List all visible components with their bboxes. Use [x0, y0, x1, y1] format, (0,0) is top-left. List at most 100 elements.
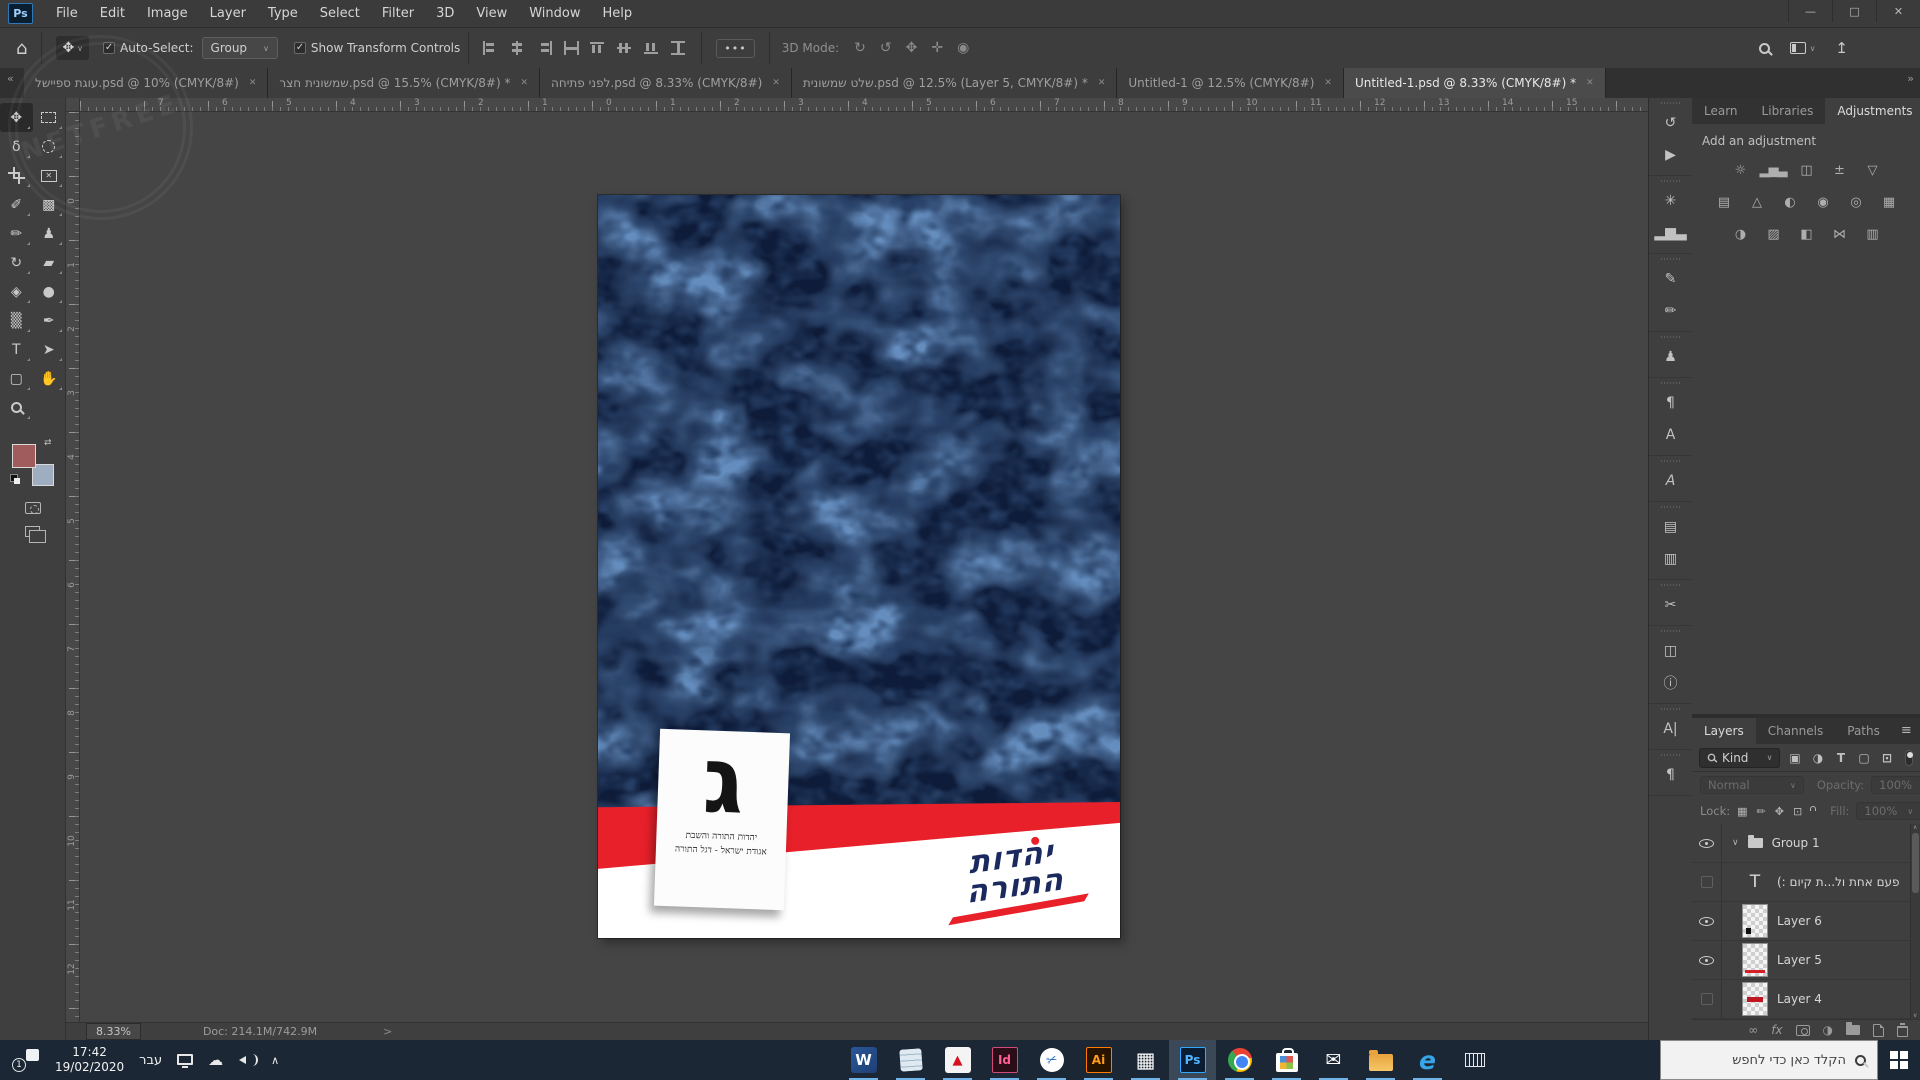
text-layer-thumbnail[interactable]: T: [1742, 872, 1768, 892]
new-group-icon[interactable]: [1846, 1025, 1860, 1035]
menu-edit[interactable]: Edit: [89, 0, 136, 27]
taskbar-app-word[interactable]: W: [840, 1040, 887, 1080]
opacity-field[interactable]: 100% ∨: [1871, 776, 1920, 794]
panel-tab-channels[interactable]: Channels: [1756, 718, 1836, 744]
visibility-toggle[interactable]: [1701, 876, 1713, 888]
layer-thumbnail[interactable]: [1742, 982, 1768, 1016]
tab-close-icon[interactable]: ✕: [520, 78, 528, 88]
threshold-icon[interactable]: ◧: [1794, 224, 1818, 244]
photo-filter-icon[interactable]: ◉: [1811, 192, 1835, 212]
lock-pixels-icon[interactable]: ✏: [1757, 805, 1766, 818]
menu-window[interactable]: Window: [518, 0, 591, 27]
fill-field[interactable]: 100% ∨: [1856, 802, 1920, 820]
taskbar-app-sticky-notes[interactable]: [887, 1040, 934, 1080]
taskbar-app-snipping-tool[interactable]: ✂: [1028, 1040, 1075, 1080]
menu-view[interactable]: View: [465, 0, 518, 27]
character-icon[interactable]: A: [1649, 465, 1692, 497]
frame-tool[interactable]: [33, 161, 66, 190]
layer-name[interactable]: Layer 4: [1777, 992, 1822, 1006]
lasso-tool[interactable]: δ: [0, 132, 33, 161]
taskbar-app-mail[interactable]: ✉: [1310, 1040, 1357, 1080]
layer-filter-kind-dropdown[interactable]: Kind ∨: [1699, 748, 1780, 768]
quick-selection-tool[interactable]: [33, 132, 66, 161]
black-white-icon[interactable]: ◐: [1778, 192, 1802, 212]
current-tool-indicator[interactable]: ✥ ∨: [56, 36, 89, 60]
filter-toggle-switch[interactable]: [1905, 750, 1913, 766]
align-bottom-edges-icon[interactable]: [644, 41, 661, 55]
maximize-button[interactable]: □: [1832, 0, 1876, 22]
layer-style-icon[interactable]: fx: [1771, 1023, 1782, 1037]
taskbar-app-indesign[interactable]: Id: [981, 1040, 1028, 1080]
close-button[interactable]: ✕: [1876, 0, 1920, 22]
tab-close-icon[interactable]: ✕: [249, 78, 257, 88]
foreground-color-swatch[interactable]: [12, 444, 36, 468]
history-icon[interactable]: ↺: [1649, 107, 1692, 139]
canvas-area[interactable]: ג יהדות התורה והשבת אגודת ישראל - דגל הת…: [80, 112, 1648, 1022]
delete-layer-icon[interactable]: [1897, 1023, 1908, 1037]
layer-row[interactable]: T פעם אחת ול...ת קיום :): [1692, 863, 1920, 902]
collapse-panels-icon[interactable]: »: [1907, 72, 1914, 85]
onedrive-icon[interactable]: ☁: [208, 1051, 223, 1069]
volume-icon[interactable]: [238, 1053, 256, 1067]
rectangular-marquee-tool[interactable]: [33, 103, 66, 132]
align-horizontal-centers-icon[interactable]: [509, 41, 526, 55]
invert-icon[interactable]: ◑: [1728, 224, 1752, 244]
3d-slide-icon[interactable]: ✛: [931, 40, 943, 56]
properties-icon[interactable]: ▤: [1649, 511, 1692, 543]
type-tool[interactable]: T: [0, 335, 33, 364]
lock-transparency-icon[interactable]: ▦: [1737, 805, 1747, 818]
filter-type-icon[interactable]: T: [1833, 751, 1850, 765]
3d-roll-icon[interactable]: ↺: [880, 40, 892, 56]
language-indicator[interactable]: עבר: [139, 1053, 162, 1068]
layer-thumbnail[interactable]: [1742, 904, 1768, 938]
filter-image-icon[interactable]: ▣: [1787, 751, 1804, 765]
menu-3d[interactable]: 3D: [425, 0, 465, 27]
gradient-tool[interactable]: ◈: [0, 277, 33, 306]
taskbar-search[interactable]: הקלד כאן כדי לחפש: [1660, 1040, 1878, 1080]
link-layers-icon[interactable]: ∞: [1748, 1023, 1758, 1037]
document-tab[interactable]: שמשונית חצר.psd @ 15.5% (CMYK/8#) * ✕: [268, 68, 540, 98]
auto-select-checkbox[interactable]: ✓: [103, 42, 115, 54]
tab-close-icon[interactable]: ✕: [1324, 78, 1332, 88]
glyphs-icon[interactable]: A|: [1649, 713, 1692, 745]
network-icon[interactable]: [177, 1054, 193, 1065]
zoom-tool[interactable]: [0, 393, 33, 422]
visibility-eye-icon[interactable]: [1699, 956, 1714, 965]
visibility-eye-icon[interactable]: [1699, 917, 1714, 926]
panel-tab-learn[interactable]: Learn: [1692, 98, 1750, 124]
color-lookup-icon[interactable]: ▦: [1877, 192, 1901, 212]
align-vertical-centers-icon[interactable]: [617, 41, 634, 55]
show-transform-checkbox[interactable]: ✓: [294, 42, 306, 54]
filter-smart-object-icon[interactable]: ⊡: [1879, 751, 1896, 765]
taskbar-app-calculator[interactable]: ▦: [1122, 1040, 1169, 1080]
sponge-tool[interactable]: ▒: [0, 306, 33, 335]
panel-menu-icon[interactable]: ≡: [1892, 718, 1920, 744]
align-top-edges-icon[interactable]: [590, 41, 607, 55]
hand-tool[interactable]: ✋: [33, 364, 66, 393]
start-button[interactable]: [1878, 1040, 1920, 1080]
3d-icon[interactable]: ◫: [1649, 635, 1692, 667]
panel-tab-layers[interactable]: Layers: [1692, 718, 1756, 744]
taskbar-app-acrobat[interactable]: ▲: [934, 1040, 981, 1080]
histogram-icon[interactable]: ▂▆▃: [1649, 217, 1692, 249]
paragraph-icon[interactable]: ¶: [1649, 759, 1692, 791]
layer-name[interactable]: פעם אחת ול...ת קיום :): [1777, 875, 1900, 889]
lock-position-icon[interactable]: ✥: [1775, 805, 1784, 818]
menu-filter[interactable]: Filter: [371, 0, 425, 27]
exposure-icon[interactable]: ±: [1827, 160, 1851, 180]
actions-icon[interactable]: ▶: [1649, 139, 1692, 171]
new-layer-icon[interactable]: [1873, 1024, 1884, 1037]
taskbar-app-chrome[interactable]: [1216, 1040, 1263, 1080]
history-brush-tool[interactable]: ↻: [0, 248, 33, 277]
character-styles-icon[interactable]: A: [1649, 419, 1692, 451]
taskbar-app-illustrator[interactable]: Ai: [1075, 1040, 1122, 1080]
menu-type[interactable]: Type: [257, 0, 309, 27]
action-center-icon[interactable]: 1: [12, 1048, 40, 1072]
brush-tool[interactable]: ✏: [0, 219, 33, 248]
taskbar-app-task-view[interactable]: [1451, 1040, 1498, 1080]
workspace-switcher[interactable]: ∨: [1790, 42, 1816, 54]
posterize-icon[interactable]: ▨: [1761, 224, 1785, 244]
channel-mixer-icon[interactable]: ◎: [1844, 192, 1868, 212]
document-tab[interactable]: שלט שמשונית.psd @ 12.5% (Layer 5, CMYK/8…: [792, 68, 1118, 98]
menu-help[interactable]: Help: [592, 0, 644, 27]
